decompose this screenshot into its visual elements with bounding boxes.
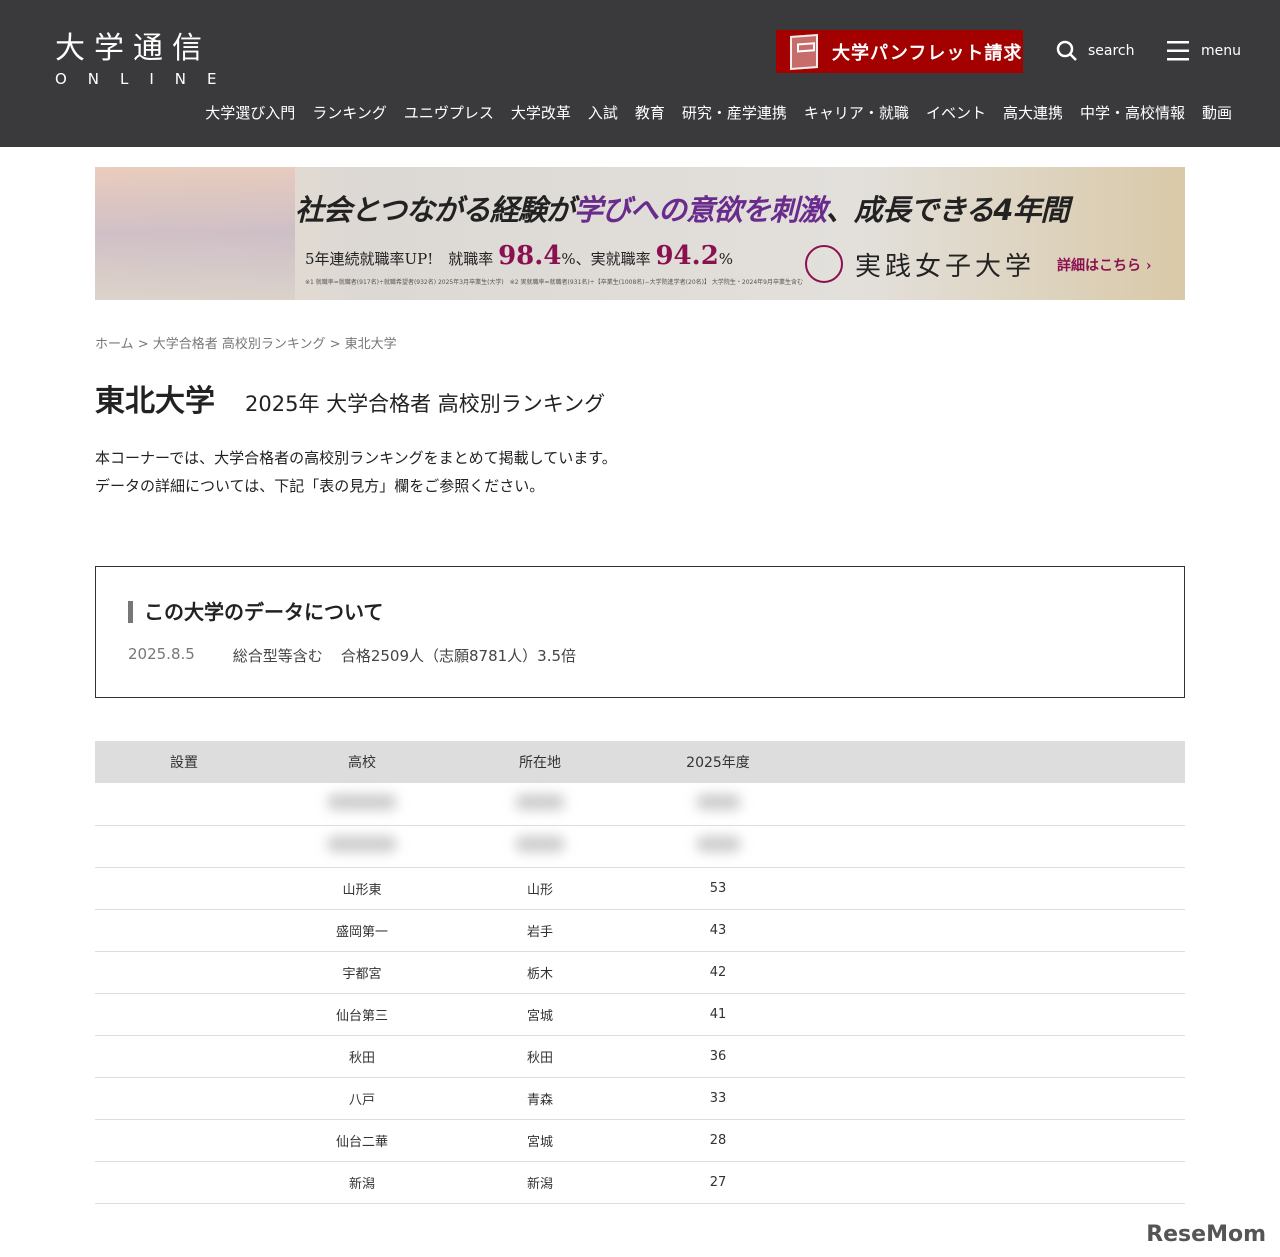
watermark: ReseMom bbox=[1146, 1222, 1266, 1247]
ad-banner[interactable]: 社会とつながる経験が学びへの意欲を刺激、成長できる4年間 5年連続就職率UP! … bbox=[95, 167, 1185, 300]
page-subtitle: 2025年 大学合格者 高校別ランキング bbox=[245, 388, 605, 418]
site-logo[interactable]: 大学通信 ONLINE bbox=[55, 32, 238, 88]
table-cell: 新潟 bbox=[451, 1161, 629, 1203]
nav-item[interactable]: 高大連携 bbox=[1003, 102, 1063, 123]
data-summary: 合格2509人（志願8781人）3.5倍 bbox=[341, 645, 576, 666]
ranking-table: 設置高校所在地2025年度 山形東山形53盛岡第一岩手43宇都宮栃木42仙台第三… bbox=[95, 741, 1185, 1204]
table-cell: 43 bbox=[629, 909, 807, 951]
table-cell: 岩手 bbox=[451, 909, 629, 951]
table-cell bbox=[95, 867, 273, 909]
table-cell: 秋田 bbox=[273, 1035, 451, 1077]
intro-text: 本コーナーでは、大学合格者の高校別ランキングをまとめて掲載しています。 データの… bbox=[95, 444, 617, 500]
nav-item[interactable]: 動画 bbox=[1202, 102, 1232, 123]
menu-button[interactable]: menu bbox=[1167, 40, 1241, 62]
table-row: 仙台二華宮城28 bbox=[95, 1119, 1185, 1161]
university-emblem-icon bbox=[805, 245, 843, 283]
table-cell bbox=[95, 993, 273, 1035]
nav-item[interactable]: イベント bbox=[926, 102, 986, 123]
university-name: 東北大学 bbox=[95, 376, 215, 420]
pamphlet-label: 大学パンフレット請求 bbox=[832, 39, 1022, 65]
table-cell: 36 bbox=[629, 1035, 807, 1077]
table-row: 秋田秋田36 bbox=[95, 1035, 1185, 1077]
table-cell: 33 bbox=[629, 1077, 807, 1119]
nav-item[interactable]: ランキング bbox=[312, 102, 387, 123]
pamphlet-icon bbox=[790, 34, 818, 70]
table-cell: 秋田 bbox=[451, 1035, 629, 1077]
nav-item[interactable]: 教育 bbox=[635, 102, 665, 123]
page-title: 東北大学 2025年 大学合格者 高校別ランキング bbox=[95, 376, 605, 420]
banner-note: ※1 就職率=就職者(917名)÷就職希望者(932名) 2025年3月卒業生(… bbox=[305, 277, 803, 286]
table-row: 盛岡第一岩手43 bbox=[95, 909, 1185, 951]
data-info-heading: この大学のデータについて bbox=[128, 601, 383, 623]
table-cell: 宮城 bbox=[451, 1119, 629, 1161]
table-row: 山形東山形53 bbox=[95, 867, 1185, 909]
table-row: 新潟新潟27 bbox=[95, 1161, 1185, 1203]
table-row: 八戸青森33 bbox=[95, 1077, 1185, 1119]
table-cell: 宮城 bbox=[451, 993, 629, 1035]
search-button[interactable]: search bbox=[1056, 40, 1135, 62]
table-cell: 42 bbox=[629, 951, 807, 993]
banner-city-image bbox=[95, 167, 295, 300]
data-date: 2025.8.5 bbox=[128, 645, 195, 666]
intro-line: 本コーナーでは、大学合格者の高校別ランキングをまとめて掲載しています。 bbox=[95, 444, 617, 472]
logo-text: 大学通信 bbox=[55, 32, 238, 66]
site-header: 大学通信 ONLINE 大学パンフレット請求 search menu 大学選び入… bbox=[0, 0, 1280, 147]
table-cell: 53 bbox=[629, 867, 807, 909]
table-row-blurred bbox=[95, 825, 1185, 867]
table-cell bbox=[95, 1035, 273, 1077]
nav-item[interactable]: 中学・高校情報 bbox=[1080, 102, 1185, 123]
pamphlet-request-button[interactable]: 大学パンフレット請求 bbox=[776, 30, 1023, 73]
column-header: 設置 bbox=[95, 741, 273, 783]
nav-item[interactable]: 入試 bbox=[588, 102, 618, 123]
column-header: 所在地 bbox=[451, 741, 629, 783]
logo-subtext: ONLINE bbox=[55, 70, 238, 88]
banner-stats: 5年連続就職率UP! 就職率 98.4%、実就職率 94.2% bbox=[305, 241, 733, 271]
banner-more-link[interactable]: 詳細はこちら › bbox=[1057, 255, 1151, 275]
data-info-box: この大学のデータについて 2025.8.5 総合型等含む 合格2509人（志願8… bbox=[95, 566, 1185, 698]
nav-item[interactable]: キャリア・就職 bbox=[804, 102, 909, 123]
table-cell bbox=[95, 1119, 273, 1161]
table-cell: 宇都宮 bbox=[273, 951, 451, 993]
intro-line: データの詳細については、下記「表の見方」欄をご参照ください。 bbox=[95, 472, 617, 500]
table-cell bbox=[95, 1077, 273, 1119]
table-row-blurred bbox=[95, 783, 1185, 825]
table-row: 仙台第三宮城41 bbox=[95, 993, 1185, 1035]
nav-item[interactable]: 研究・産学連携 bbox=[682, 102, 787, 123]
table-cell: 山形東 bbox=[273, 867, 451, 909]
breadcrumb[interactable]: ホーム > 大学合格者 高校別ランキング > 東北大学 bbox=[95, 333, 397, 352]
banner-university: 実践女子大学 bbox=[805, 245, 1035, 283]
search-label: search bbox=[1088, 43, 1135, 59]
table-cell: 栃木 bbox=[451, 951, 629, 993]
table-cell: 27 bbox=[629, 1161, 807, 1203]
hamburger-icon bbox=[1167, 40, 1191, 62]
table-cell: 山形 bbox=[451, 867, 629, 909]
nav-item[interactable]: 大学選び入門 bbox=[205, 102, 295, 123]
menu-label: menu bbox=[1201, 43, 1241, 59]
nav-item[interactable]: 大学改革 bbox=[511, 102, 571, 123]
banner-headline: 社会とつながる経験が学びへの意欲を刺激、成長できる4年間 bbox=[295, 187, 1068, 229]
main-nav: 大学選び入門ランキングユニヴプレス大学改革入試教育研究・産学連携キャリア・就職イ… bbox=[205, 102, 1232, 123]
table-cell: 盛岡第一 bbox=[273, 909, 451, 951]
data-type: 総合型等含む bbox=[233, 645, 323, 666]
table-cell: 28 bbox=[629, 1119, 807, 1161]
table-cell bbox=[95, 909, 273, 951]
search-icon bbox=[1056, 40, 1078, 62]
table-row: 宇都宮栃木42 bbox=[95, 951, 1185, 993]
table-cell bbox=[95, 1161, 273, 1203]
table-cell bbox=[95, 951, 273, 993]
nav-item[interactable]: ユニヴプレス bbox=[404, 102, 494, 123]
table-cell: 新潟 bbox=[273, 1161, 451, 1203]
table-cell: 仙台第三 bbox=[273, 993, 451, 1035]
table-cell: 青森 bbox=[451, 1077, 629, 1119]
table-cell: 41 bbox=[629, 993, 807, 1035]
column-header: 高校 bbox=[273, 741, 451, 783]
table-cell: 八戸 bbox=[273, 1077, 451, 1119]
column-header: 2025年度 bbox=[629, 741, 807, 783]
table-cell: 仙台二華 bbox=[273, 1119, 451, 1161]
